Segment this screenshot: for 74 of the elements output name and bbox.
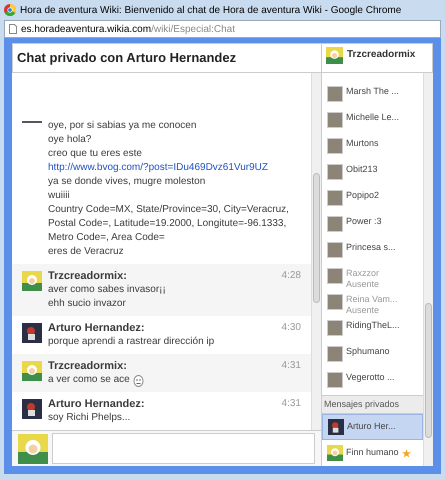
user-list-item[interactable]: Michelle Le... [322, 108, 423, 134]
message-time: 4:30 [282, 321, 301, 335]
user-list-item[interactable]: Power :3 [322, 212, 423, 238]
private-chat-item[interactable]: Arturo Her... [322, 414, 423, 440]
message-text: eres de Veracruz [48, 245, 124, 259]
user-list-item[interactable]: Obit213 [322, 160, 423, 186]
message-input[interactable] [52, 433, 315, 464]
user-list-item[interactable]: Marsh The ... [322, 82, 423, 108]
user-avatar [327, 112, 343, 128]
message-author: Trzcreadormix: [48, 269, 128, 283]
user-name: Finn humano [346, 446, 399, 460]
private-messages-heading: Mensajes privados [322, 394, 423, 414]
user-list-item[interactable]: Princesa s... [322, 238, 423, 264]
message-text: aver como sabes invasor¡¡ [48, 283, 166, 297]
user-name: Arturo Her... [347, 420, 396, 434]
window-title: Hora de aventura Wiki: Bienvenido al chat de Hora de aventura Wiki - Google Chrome [20, 4, 402, 18]
user-name: Princesa s... [346, 242, 396, 252]
user-avatar [327, 86, 343, 102]
user-avatar [327, 164, 343, 180]
message-author: Trzcreadormix: [48, 359, 128, 373]
chat-title: Chat privado con Arturo Hernandez [16, 49, 238, 68]
page-icon [9, 24, 17, 34]
user-avatar [327, 294, 343, 310]
user-avatar [327, 320, 343, 336]
message-time: 4:31 [282, 397, 301, 411]
address-bar[interactable]: es.horadeaventura.wikia.com/wiki/Especial:Chat [4, 20, 441, 38]
user-name: Marsh The ... [346, 86, 399, 96]
scrollbar[interactable] [423, 73, 433, 466]
user-avatar [327, 216, 343, 232]
user-name: Raxzzor [346, 268, 380, 278]
user-avatar [328, 419, 344, 435]
user-avatar [327, 242, 343, 258]
message-author: Arturo Hernandez: [48, 321, 146, 335]
message-text: ya se donde vives, mugre moleston [48, 175, 206, 189]
message-text: wuiiii [48, 189, 70, 203]
message-text: porque aprendi a rastrear dirección ip [48, 335, 214, 349]
user-name: Power :3 [346, 216, 382, 226]
user-avatar [327, 372, 343, 388]
user-avatar [327, 445, 343, 461]
message-link[interactable]: http://www.bvog.com/?post=IDu469Dvz61Vur9UZ [48, 161, 268, 175]
message-text: creo que tu eres este [48, 147, 143, 161]
user-avatar [326, 47, 343, 64]
message-author: Arturo Hernandez: [48, 397, 146, 411]
user-name: Sphumano [346, 346, 390, 356]
user-avatar [327, 190, 343, 206]
user-name: Vegerotto ... [346, 372, 395, 382]
user-name: RidingTheL... [346, 320, 400, 330]
user-name: Popipo2 [346, 190, 380, 200]
user-name: Obit213 [346, 164, 378, 174]
user-status: Ausente [346, 304, 380, 316]
current-user-name: Trzcreadormix [347, 48, 416, 62]
user-status: Ausente [346, 278, 380, 290]
message-text: oye hola? [48, 133, 92, 147]
message-text: ehh sucio invazor [48, 297, 126, 311]
scrollbar[interactable] [311, 73, 321, 430]
message-text: a ver como se ace [48, 373, 130, 387]
user-avatar [327, 268, 343, 284]
user-name: Michelle Le... [346, 112, 400, 122]
user-name: Reina Vam... [346, 294, 398, 304]
private-chat-item[interactable]: Finn humano [322, 440, 423, 466]
message-time: 4:31 [282, 359, 301, 373]
user-list-item[interactable]: Murtons [322, 134, 423, 160]
user-avatar [327, 138, 343, 154]
user-list-item[interactable]: RidingTheL... [322, 316, 423, 342]
browser-logo-icon [4, 4, 16, 16]
message-text: soy Richi Phelps... [48, 411, 130, 425]
user-name: Murtons [346, 138, 379, 148]
user-avatar [327, 346, 343, 362]
message-time: 4:28 [282, 269, 301, 283]
user-list-item[interactable]: Vegerotto ... [322, 368, 423, 394]
user-list-item[interactable]: Sphumano [322, 342, 423, 368]
message-text: oye, por si sabias ya me conocen [48, 119, 196, 133]
user-list-item[interactable]: Popipo2 [322, 186, 423, 212]
user-avatar [18, 434, 48, 464]
